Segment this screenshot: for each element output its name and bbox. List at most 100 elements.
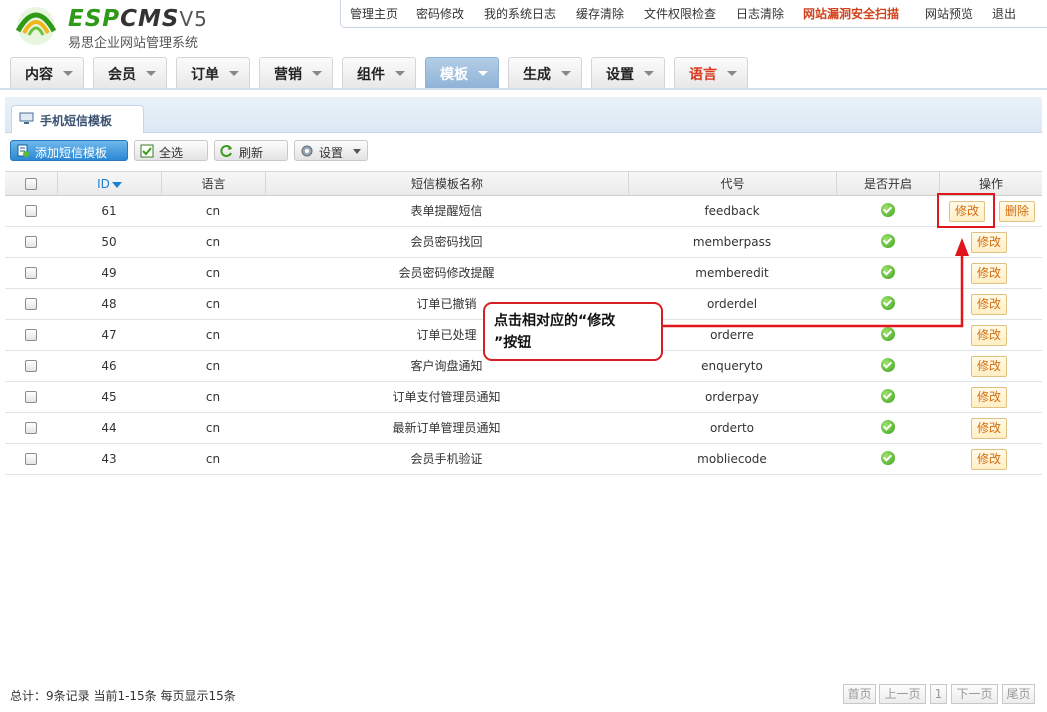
link-admin-home[interactable]: 管理主页 bbox=[350, 5, 398, 22]
row-template-name: 订单支付管理员通知 bbox=[392, 390, 501, 404]
record-summary: 总计：9条记录 当前1-15条 每页显示15条 bbox=[10, 689, 236, 703]
nav-tab-content[interactable]: 内容 bbox=[10, 57, 84, 88]
header-id[interactable]: ID bbox=[57, 172, 161, 195]
link-site-preview[interactable]: 网站预览 bbox=[925, 5, 973, 22]
header-select-checkbox-cell bbox=[5, 172, 57, 195]
row-enabled bbox=[836, 444, 939, 474]
row-select-cell bbox=[5, 227, 57, 257]
row-template-name: 会员密码找回 bbox=[410, 235, 483, 249]
row-checkbox[interactable] bbox=[25, 235, 37, 248]
nav-tab-templates[interactable]: 模板 bbox=[425, 57, 499, 88]
chevron-down-icon bbox=[312, 71, 322, 76]
row-checkbox[interactable] bbox=[25, 204, 37, 217]
select-all-checkbox[interactable] bbox=[25, 177, 37, 190]
nav-tab-settings[interactable]: 设置 bbox=[591, 57, 665, 88]
row-id: 45 bbox=[101, 390, 117, 404]
edit-button[interactable]: 修改 bbox=[971, 387, 1008, 408]
edit-button[interactable]: 修改 bbox=[971, 418, 1008, 439]
main-nav: 内容 会员 订单 营销 组件 模板 生成 设置 语言 bbox=[0, 54, 1047, 90]
pagination-first[interactable]: 首页 bbox=[843, 684, 876, 704]
enabled-check-icon[interactable] bbox=[880, 327, 895, 341]
row-checkbox[interactable] bbox=[25, 452, 37, 465]
enabled-check-icon[interactable] bbox=[880, 234, 895, 248]
enabled-check-icon[interactable] bbox=[880, 203, 895, 217]
row-actions: 修改 bbox=[939, 262, 1042, 286]
edit-button[interactable]: 修改 bbox=[971, 232, 1008, 253]
nav-tab-language[interactable]: 语言 bbox=[674, 57, 748, 88]
row-id: 44 bbox=[101, 421, 117, 435]
header-language: 语言 bbox=[161, 172, 265, 195]
row-actions-cell: 修改 bbox=[939, 444, 1042, 474]
chevron-down-icon bbox=[63, 71, 73, 76]
enabled-check-icon[interactable] bbox=[880, 420, 895, 434]
chevron-down-icon bbox=[395, 71, 405, 76]
row-actions-cell: 修改 bbox=[939, 413, 1042, 443]
row-checkbox[interactable] bbox=[25, 390, 37, 403]
nav-tab-components[interactable]: 组件 bbox=[342, 57, 416, 88]
nav-tab-generate[interactable]: 生成 bbox=[508, 57, 582, 88]
pagination-page-1[interactable]: 1 bbox=[930, 684, 947, 704]
nav-tab-marketing[interactable]: 营销 bbox=[259, 57, 333, 88]
edit-button[interactable]: 修改 bbox=[971, 356, 1008, 377]
enabled-check-icon[interactable] bbox=[880, 265, 895, 279]
delete-button[interactable]: 删除 bbox=[999, 201, 1036, 222]
row-language: cn bbox=[205, 421, 221, 435]
row-template-name: 表单提醒短信 bbox=[410, 204, 483, 218]
add-sms-template-button[interactable]: 添加短信模板 bbox=[10, 140, 128, 161]
row-template-name: 会员手机验证 bbox=[410, 452, 483, 466]
chevron-down-icon bbox=[353, 149, 361, 154]
row-id: 46 bbox=[101, 359, 117, 373]
pagination-prev[interactable]: 上一页 bbox=[879, 684, 926, 704]
row-actions-cell: 修改 bbox=[939, 258, 1042, 288]
link-clear-cache[interactable]: 缓存清除 bbox=[576, 5, 624, 22]
row-enabled bbox=[836, 320, 939, 350]
pagination-next[interactable]: 下一页 bbox=[951, 684, 998, 704]
toolbar: 添加短信模板 全选 刷新 设置 bbox=[5, 133, 1042, 168]
table-row: 61 cn 表单提醒短信 feedback 修改 删除 bbox=[5, 196, 1042, 227]
pagination-last[interactable]: 尾页 bbox=[1002, 684, 1035, 704]
nav-tab-members[interactable]: 会员 bbox=[93, 57, 167, 88]
edit-button[interactable]: 修改 bbox=[971, 325, 1008, 346]
row-checkbox[interactable] bbox=[25, 328, 37, 341]
logo: ESPCMSV5 易思企业网站管理系统 bbox=[10, 5, 240, 51]
row-language: cn bbox=[205, 266, 221, 280]
refresh-button[interactable]: 刷新 bbox=[214, 140, 288, 161]
enabled-check-icon[interactable] bbox=[880, 451, 895, 465]
row-enabled bbox=[836, 351, 939, 381]
row-code: mobliecode bbox=[697, 452, 767, 466]
row-actions: 修改 bbox=[939, 355, 1042, 379]
row-checkbox[interactable] bbox=[25, 421, 37, 434]
nav-tab-orders[interactable]: 订单 bbox=[176, 57, 250, 88]
link-clear-logs[interactable]: 日志清除 bbox=[736, 5, 784, 22]
link-logout[interactable]: 退出 bbox=[992, 5, 1016, 22]
panel-header: 手机短信模板 bbox=[5, 97, 1042, 133]
panel-tab-sms-templates[interactable]: 手机短信模板 bbox=[11, 105, 144, 133]
link-my-system-log[interactable]: 我的系统日志 bbox=[484, 5, 556, 22]
table-row: 50 cn 会员密码找回 memberpass 修改 bbox=[5, 227, 1042, 258]
row-actions-cell: 修改 bbox=[939, 320, 1042, 350]
table-header-row: ID 语言 短信模板名称 代号 是否开启 操作 bbox=[5, 171, 1042, 196]
link-file-permission-check[interactable]: 文件权限检查 bbox=[644, 5, 716, 22]
settings-dropdown-button[interactable]: 设置 bbox=[294, 140, 368, 161]
row-template-name: 会员密码修改提醒 bbox=[398, 266, 495, 280]
row-enabled bbox=[836, 258, 939, 288]
row-checkbox[interactable] bbox=[25, 266, 37, 279]
row-language: cn bbox=[205, 328, 221, 342]
row-checkbox[interactable] bbox=[25, 297, 37, 310]
chevron-down-icon bbox=[229, 71, 239, 76]
link-security-scan[interactable]: 网站漏洞安全扫描 bbox=[803, 5, 899, 22]
link-change-password[interactable]: 密码修改 bbox=[416, 5, 464, 22]
row-checkbox[interactable] bbox=[25, 359, 37, 372]
monitor-icon bbox=[19, 112, 34, 124]
callout-line-1: 点击相对应的“修改 bbox=[494, 313, 616, 329]
select-all-button[interactable]: 全选 bbox=[134, 140, 208, 161]
row-actions: 修改 bbox=[939, 386, 1042, 410]
enabled-check-icon[interactable] bbox=[880, 389, 895, 403]
header-code: 代号 bbox=[628, 172, 836, 195]
edit-button[interactable]: 修改 bbox=[971, 449, 1008, 470]
edit-button[interactable]: 修改 bbox=[971, 294, 1008, 315]
enabled-check-icon[interactable] bbox=[880, 358, 895, 372]
table-row: 44 cn 最新订单管理员通知 orderto 修改 bbox=[5, 413, 1042, 444]
enabled-check-icon[interactable] bbox=[880, 296, 895, 310]
edit-button[interactable]: 修改 bbox=[971, 263, 1008, 284]
